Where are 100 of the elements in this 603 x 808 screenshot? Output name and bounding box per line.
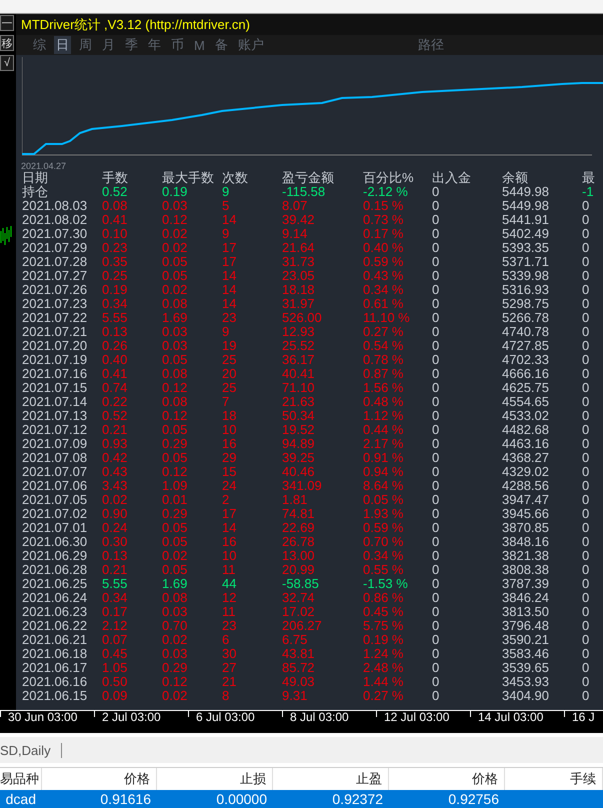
table-cell: 0 (432, 199, 440, 213)
table-cell: 0 (432, 563, 440, 577)
table-cell: 11 (222, 605, 236, 619)
table-cell: 2021.07.26 (22, 283, 88, 297)
table-cell: 0 (432, 591, 440, 605)
table-cell: 0.05 (162, 255, 188, 269)
table-cell: 3.43 (102, 479, 128, 493)
table-cell: 0.12 (162, 381, 188, 395)
order-row[interactable]: dcad 0.91616 0.00000 0.92372 0.92756 (0, 790, 603, 808)
table-cell: 0 (582, 409, 590, 423)
table-cell: 0.43 % (363, 269, 404, 283)
table-cell: 0.08 (162, 395, 188, 409)
table-cell: 20 (222, 367, 236, 381)
table-cell: -58.85 (282, 577, 319, 591)
table-cell: 2021.06.15 (22, 689, 88, 703)
table-cell: 0 (582, 577, 590, 591)
chart-start-date: 2021.04.27 (21, 161, 66, 171)
table-cell: 0.03 (162, 605, 188, 619)
tab[interactable]: 账户 (236, 36, 266, 54)
table-cell: 3583.46 (502, 647, 549, 661)
table-cell: 0 (432, 353, 440, 367)
table-cell: 3796.48 (502, 619, 549, 633)
table-cell: 0.93 (102, 437, 128, 451)
table-cell: 17.02 (282, 605, 315, 619)
column-header: 出入金 (432, 171, 471, 185)
table-cell: 8.64 % (363, 479, 404, 493)
table-cell: 0 (582, 521, 590, 535)
table-cell: 0 (582, 213, 590, 227)
table-cell: 0.44 % (363, 423, 404, 437)
table-cell: 5.55 (102, 577, 128, 591)
table-cell: 2.12 (102, 619, 128, 633)
table-cell: 0.30 (102, 535, 128, 549)
table-cell: 0 (582, 451, 590, 465)
table-cell: 4727.85 (502, 339, 549, 353)
table-cell: 341.09 (282, 479, 322, 493)
side-button[interactable]: √ (0, 55, 14, 71)
table-cell: 0.12 (162, 409, 188, 423)
tab[interactable]: 日 (54, 36, 71, 54)
table-cell: 2021.08.02 (22, 213, 88, 227)
column-header: 盈亏金额 (282, 171, 334, 185)
table-cell: 0.05 (162, 563, 188, 577)
table-cell: 0.05 (162, 521, 188, 535)
table-cell: 0.45 (102, 647, 128, 661)
table-cell: 0.23 (102, 241, 128, 255)
table-cell: 0 (432, 479, 440, 493)
table-cell: 36.17 (282, 353, 315, 367)
table-cell: 0.40 % (363, 241, 404, 255)
table-cell: 0.59 % (363, 255, 404, 269)
table-cell: 0.03 (162, 325, 188, 339)
table-cell: 2021.06.21 (22, 633, 88, 647)
table-cell: 5449.98 (502, 199, 549, 213)
table-cell: 2 (222, 493, 230, 507)
table-cell: 0 (582, 563, 590, 577)
column-header: 日期 (22, 171, 48, 185)
table-cell: 24 (222, 479, 236, 493)
table-cell: 0 (432, 409, 440, 423)
table-cell: 0 (432, 661, 440, 675)
table-cell: 0.12 (162, 213, 188, 227)
table-cell: 3945.66 (502, 507, 549, 521)
tab[interactable]: 备 (212, 36, 230, 54)
tab[interactable]: 周 (77, 36, 94, 54)
table-cell: 20.99 (282, 563, 315, 577)
tab[interactable]: 季 (123, 36, 140, 54)
chart-tab[interactable]: SD,Daily (0, 742, 62, 758)
tab[interactable]: 年 (146, 36, 163, 54)
column-header: 最 (582, 171, 595, 185)
tab[interactable]: 月 (100, 36, 117, 54)
tab[interactable]: 币 (169, 36, 186, 54)
table-cell: 2021.07.16 (22, 367, 88, 381)
tab[interactable]: 综 (31, 36, 48, 54)
tab[interactable]: M (192, 38, 207, 52)
table-cell: 0 (582, 535, 590, 549)
table-cell: 1.12 % (363, 409, 404, 423)
table-cell: 1.05 (102, 661, 128, 675)
table-cell: 49.03 (282, 675, 315, 689)
table-cell: 0 (432, 619, 440, 633)
table-cell: 17 (222, 507, 236, 521)
table-cell: 2021.06.18 (22, 647, 88, 661)
side-button[interactable]: 移 (0, 35, 14, 51)
table-cell: 0 (432, 255, 440, 269)
table-cell: 2.17 % (363, 437, 404, 451)
table-cell: 0 (432, 227, 440, 241)
table-cell: 2021.07.20 (22, 339, 88, 353)
column-header: 百分比% (363, 171, 414, 185)
table-cell: 5441.91 (502, 213, 549, 227)
table-cell: 2021.07.22 (22, 311, 88, 325)
table-cell: 10 (222, 549, 236, 563)
table-cell: 31.73 (282, 255, 315, 269)
tab[interactable]: 路径 (416, 36, 446, 54)
table-cell: -1.53 % (363, 577, 408, 591)
axis-label: 6 Jul 03:00 (196, 710, 255, 724)
table-cell: 2021.07.08 (22, 451, 88, 465)
table-cell: 0.15 % (363, 199, 404, 213)
table-cell: 0.02 (162, 241, 188, 255)
table-cell: 1.69 (162, 311, 188, 325)
table-cell: 0.03 (162, 199, 188, 213)
window-title: MTDriver统计 ,V3.12 (http://mtdriver.cn) (16, 14, 603, 35)
side-button[interactable]: 一 (0, 15, 14, 31)
table-cell: 1.44 % (363, 675, 404, 689)
table-cell: 4329.02 (502, 465, 549, 479)
